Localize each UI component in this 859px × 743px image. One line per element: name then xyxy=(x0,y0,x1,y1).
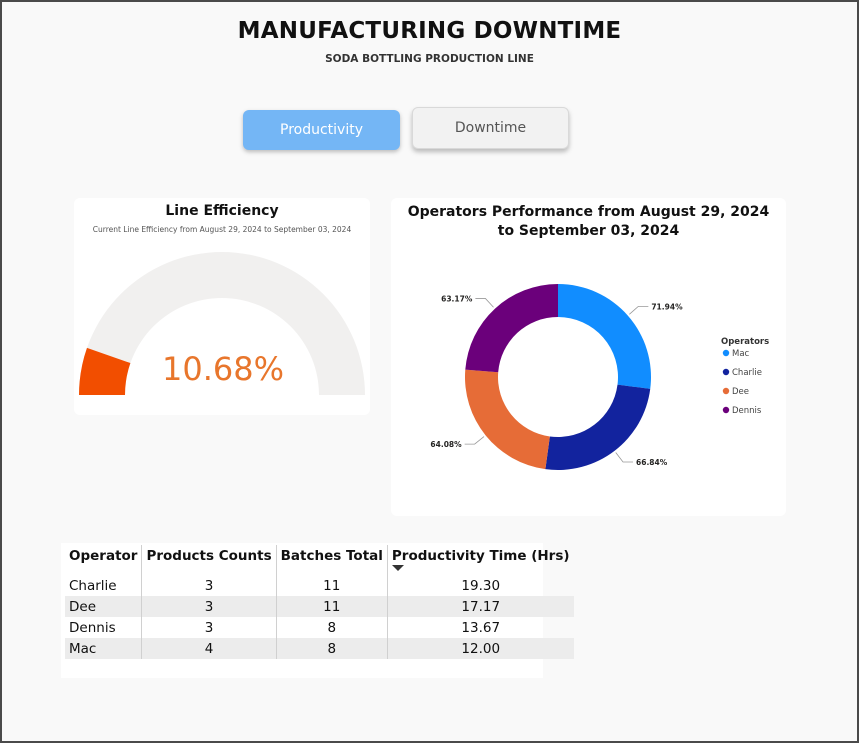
table-cell: 11 xyxy=(275,596,388,617)
sort-descending-icon[interactable] xyxy=(391,565,404,571)
donut-data-label: 71.94% xyxy=(651,302,683,311)
donut-leader-line xyxy=(629,305,649,315)
legend-marker[interactable] xyxy=(722,349,730,357)
table-row[interactable]: Charlie 3 11 19.30 xyxy=(65,575,574,596)
donut-leader-line xyxy=(615,452,634,463)
table-cell: Dee xyxy=(65,596,142,617)
table-cell: 8 xyxy=(275,638,388,659)
legend-item-dennis[interactable]: Dennis xyxy=(732,406,762,416)
table-cell: Dennis xyxy=(69,619,116,636)
donut-slice-dee[interactable] xyxy=(465,369,550,470)
donut-leader-line xyxy=(464,436,485,445)
page-subtitle: SODA BOTTLING PRODUCTION LINE xyxy=(325,53,534,65)
donut-data-label: 66.84% xyxy=(636,458,668,467)
table-cell: Charlie xyxy=(69,577,117,594)
table-row[interactable]: Dee 3 11 17.17 xyxy=(65,596,574,617)
column-header-batches-total[interactable]: Batches Total xyxy=(275,545,388,575)
table-cell: 13.67 xyxy=(386,617,574,638)
legend-item-dee[interactable]: Dee xyxy=(732,387,749,397)
table-cell: 4 xyxy=(141,638,277,659)
productivity-button[interactable]: Productivity xyxy=(243,110,400,150)
table-cell: 3 xyxy=(141,596,277,617)
donut-chart: 71.94% 66.84% 64.08% 63.17% Operators Mac Ch… xyxy=(430,284,769,471)
legend-item-charlie[interactable]: Charlie xyxy=(732,368,762,378)
legend-marker[interactable] xyxy=(722,406,730,414)
line-efficiency-card: Line Efficiency Current Line Efficiency … xyxy=(74,198,370,415)
table-row[interactable]: Dennis 3 8 13.67 xyxy=(65,617,574,638)
donut-data-label: 63.17% xyxy=(441,294,473,303)
column-header-operator[interactable]: Operator xyxy=(65,545,142,575)
page-title: MANUFACTURING DOWNTIME xyxy=(237,18,622,44)
table-row[interactable]: Mac 4 8 12.00 xyxy=(65,638,574,659)
donut-data-label: 64.08% xyxy=(430,440,462,449)
column-header-products-counts[interactable]: Products Counts xyxy=(141,545,277,575)
legend-marker[interactable] xyxy=(722,368,730,376)
gauge-value-label: 10.68% xyxy=(162,350,284,388)
operators-table: Operator Products Counts Batches Total P… xyxy=(65,545,574,659)
donut-slice-mac[interactable] xyxy=(558,284,651,389)
column-header-productivity-time[interactable]: Productivity Time (Hrs) xyxy=(386,545,574,575)
donut-slice-dennis[interactable] xyxy=(465,284,558,373)
legend-item-mac[interactable]: Mac xyxy=(732,349,750,359)
donut-leader-line xyxy=(475,298,494,308)
downtime-button[interactable]: Downtime xyxy=(412,107,569,149)
table-cell: 8 xyxy=(275,617,388,638)
table-cell: 11 xyxy=(275,575,388,596)
table-cell: Mac xyxy=(65,638,142,659)
table-cell: 3 xyxy=(141,617,277,638)
table-cell: 12.00 xyxy=(386,638,574,659)
table-cell: 17.17 xyxy=(386,596,574,617)
legend-marker[interactable] xyxy=(722,387,730,395)
table-cell: 19.30 xyxy=(386,575,574,596)
table-cell: 3 xyxy=(141,575,277,596)
operators-performance-card: Operators Performance from August 29, 20… xyxy=(391,198,786,516)
donut-slice-charlie[interactable] xyxy=(545,384,651,471)
gauge-chart: 10.68% xyxy=(79,252,365,395)
legend-title: Operators xyxy=(721,337,769,347)
